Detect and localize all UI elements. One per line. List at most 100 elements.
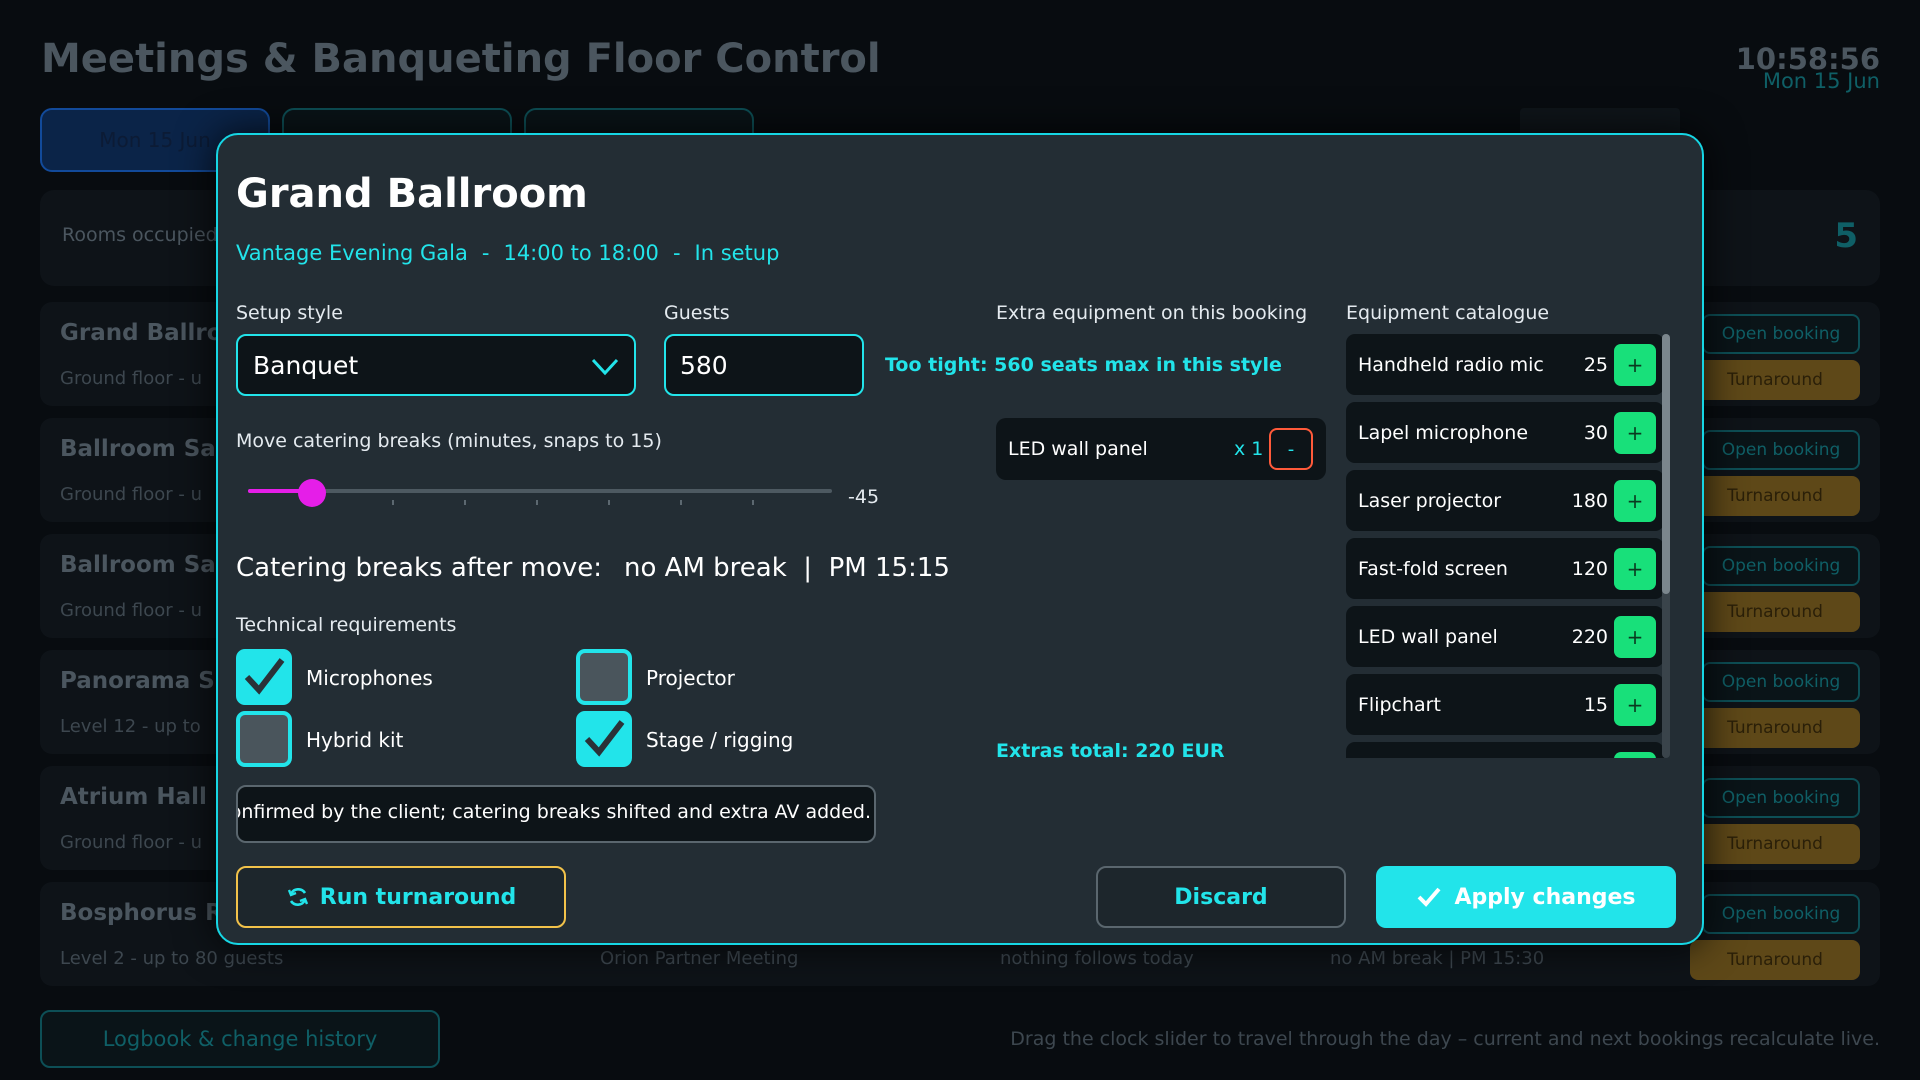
open-booking-button[interactable]: Open booking [1702,778,1860,818]
breaks-slider-value: -45 [848,486,880,508]
setup-style-select[interactable]: Banquet [236,334,636,396]
breaks-am: no AM break [624,553,787,583]
open-booking-button[interactable]: Open booking [1702,662,1860,702]
add-equipment-button[interactable]: + [1614,480,1656,522]
projector-checkbox[interactable] [576,649,632,705]
breaks-summary-label: Catering breaks after move: [236,553,603,583]
catalogue-item: Lapel microphone 30 + [1346,402,1664,463]
room-details: Ground floor - u [60,368,203,389]
slider-tick [464,500,466,505]
catalogue-item [1346,742,1664,758]
turnaround-button[interactable]: Turnaround [1690,360,1860,400]
booking-time: 14:00 to 18:00 [503,241,659,265]
booking-name: Vantage Evening Gala [236,241,468,265]
notes-text: ınt confirmed by the client; catering br… [236,801,871,823]
turnaround-button[interactable]: Turnaround [1690,592,1860,632]
open-booking-button[interactable]: Open booking [1702,430,1860,470]
modal-title: Grand Ballroom [236,171,588,217]
extras-label: Extra equipment on this booking [996,302,1308,324]
open-booking-button[interactable]: Open booking [1702,314,1860,354]
notes-input[interactable]: ınt confirmed by the client; catering br… [236,785,876,843]
run-turnaround-button[interactable]: Run turnaround [236,866,566,928]
breaks-summary: Catering breaks after move: no AM break |… [236,553,950,583]
catalogue-item-name: Lapel microphone [1358,422,1529,444]
open-booking-button[interactable]: Open booking [1702,546,1860,586]
stage-rigging-checkbox[interactable] [576,711,632,767]
remove-extra-button[interactable]: - [1269,428,1313,470]
catalogue-item: LED wall panel 220 + [1346,606,1664,667]
room-breaks: no AM break | PM 15:30 [1330,948,1545,969]
turnaround-button[interactable]: Turnaround [1690,940,1860,980]
catalogue-item-name: Laser projector [1358,490,1502,512]
tech-requirements-label: Technical requirements [236,614,457,636]
turnaround-button[interactable]: Turnaround [1690,824,1860,864]
catalogue-item-price: 220 [1571,626,1608,648]
slider-tick [536,500,538,505]
slider-track [248,489,832,493]
stat-label: Rooms occupied [62,224,218,246]
logbook-button[interactable]: Logbook & change history [40,1010,440,1068]
stat-count: 5 [1834,216,1858,256]
modal-subtitle: Vantage Evening Gala -14:00 to 18:00- In s… [236,241,779,265]
add-equipment-button[interactable] [1614,752,1656,758]
catalogue-scrollbar[interactable] [1662,334,1670,758]
open-booking-button[interactable]: Open booking [1702,894,1860,934]
hybrid-kit-checkbox[interactable] [236,711,292,767]
breaks-pm: PM 15:15 [828,553,950,583]
stage-rigging-label: Stage / rigging [646,728,794,752]
hybrid-kit-label: Hybrid kit [306,728,404,752]
catalogue-scroll-thumb[interactable] [1662,334,1670,594]
add-equipment-button[interactable]: + [1614,548,1656,590]
clock-date: Mon 15 Jun [1762,69,1880,93]
slider-tick [680,500,682,505]
room-current-booking: Orion Partner Meeting [600,948,799,969]
separator: - [481,241,490,265]
room-name: Ballroom Salo [60,552,240,578]
booking-status: In setup [694,241,780,265]
guests-label: Guests [664,302,730,324]
add-equipment-button[interactable]: + [1614,412,1656,454]
room-name: Panorama Sui [60,668,240,694]
booking-edit-modal: Grand Ballroom Vantage Evening Gala -14:0… [216,133,1704,945]
room-next-booking: nothing follows today [1000,948,1194,969]
slider-tick [752,500,754,505]
refresh-icon [287,888,308,906]
check-icon [1418,887,1441,907]
run-turnaround-label: Run turnaround [319,884,517,910]
slider-thumb[interactable] [298,479,327,507]
turnaround-button[interactable]: Turnaround [1690,708,1860,748]
add-equipment-button[interactable]: + [1614,684,1656,726]
guests-input[interactable] [664,334,864,396]
catalogue-item-name: LED wall panel [1358,626,1498,648]
catalogue-item: Handheld radio mic 25 + [1346,334,1664,395]
microphones-checkbox[interactable] [236,649,292,705]
room-details: Ground floor - u [60,484,203,505]
footer-hint: Drag the clock slider to travel through … [1010,1028,1880,1050]
setup-style-label: Setup style [236,302,343,324]
catalogue-item-price: 180 [1571,490,1608,512]
catalogue-item-name: Flipchart [1358,694,1441,716]
apply-changes-button[interactable]: Apply changes [1376,866,1676,928]
chevron-down-icon [591,358,619,376]
discard-button[interactable]: Discard [1096,866,1346,928]
add-equipment-button[interactable]: + [1614,616,1656,658]
room-details: Ground floor - u [60,600,203,621]
catalogue-item-price: 30 [1583,422,1608,444]
breaks-slider-label: Move catering breaks (minutes, snaps to … [236,430,662,452]
add-equipment-button[interactable]: + [1614,344,1656,386]
slider-tick [608,500,610,505]
extras-total: Extras total: 220 EUR [996,740,1225,762]
guest-capacity-warning: Too tight: 560 seats max in this style [885,354,1282,376]
room-details: Level 2 - up to 80 guests [60,948,284,969]
room-details: Ground floor - u [60,832,203,853]
setup-style-value: Banquet [253,350,359,380]
room-name: Atrium Hall [60,784,207,810]
breaks-shift-slider[interactable] [248,479,832,507]
turnaround-button[interactable]: Turnaround [1690,476,1860,516]
catalogue-item: Fast-fold screen 120 + [1346,538,1664,599]
slider-tick [392,500,394,505]
room-name: Ballroom Salo [60,436,240,462]
catalogue-label: Equipment catalogue [1346,302,1550,324]
microphones-label: Microphones [306,666,433,690]
app-title: Meetings & Banqueting Floor Control [41,36,881,82]
